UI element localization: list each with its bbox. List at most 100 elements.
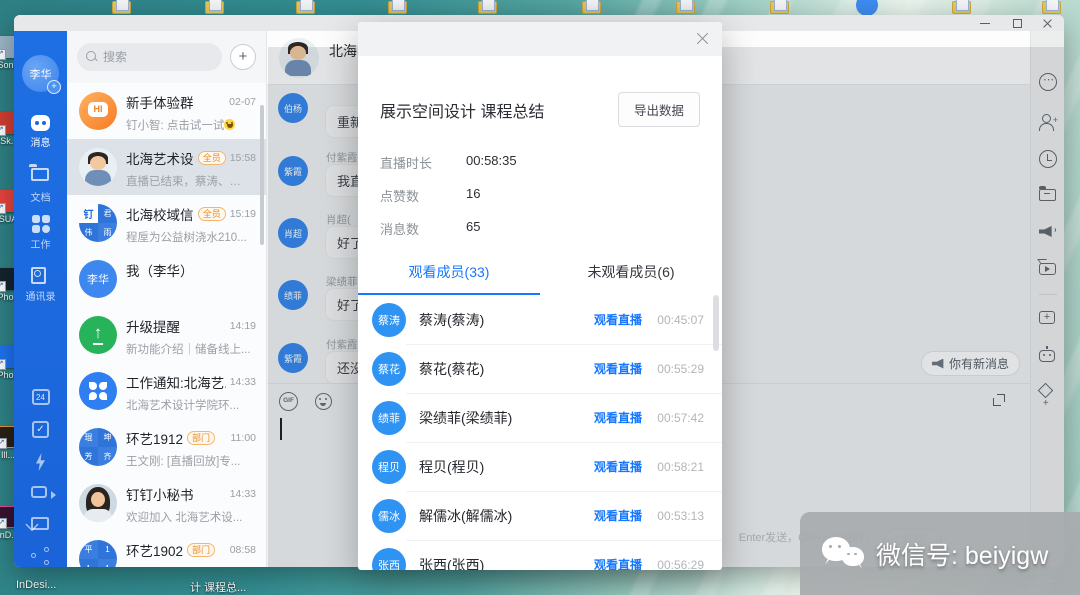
avatar: 琨坤芳齐 <box>79 428 117 466</box>
message: 付紫霞( 紫霞 还没 <box>278 339 308 373</box>
chat-item[interactable]: ↑ 升级提醒14:19 新功能介绍｜储备线上... <box>67 307 266 363</box>
member-tabs: 观看成员(33) 未观看成员(6) <box>358 252 722 295</box>
sidebar-item-quick[interactable] <box>14 453 67 471</box>
emoji-icon[interactable] <box>315 393 332 410</box>
sidebar-item-docs[interactable]: 文档 <box>14 164 67 204</box>
folder-icon[interactable] <box>478 1 497 14</box>
avatar[interactable]: 肖超 <box>278 218 308 248</box>
member-row[interactable]: 张西 张西(张西) 观看直播 00:56:29 <box>358 540 722 570</box>
expand-icon[interactable] <box>993 394 1005 406</box>
avatar[interactable]: 伯杨 <box>278 93 308 123</box>
desktop: Son.. Sk.. SUA Pho.. Pho.. Ill... InD...… <box>0 0 1080 595</box>
watch-replay-link[interactable]: 观看直播 <box>594 507 642 524</box>
search-input[interactable] <box>77 43 222 71</box>
cloud-app-icon[interactable] <box>856 0 878 16</box>
history-clock-icon[interactable] <box>1039 150 1057 168</box>
watermark: 微信号: beiyigw <box>800 512 1080 595</box>
avatar <box>79 484 117 522</box>
sidebar-item-mail[interactable] <box>14 515 67 535</box>
add-button[interactable]: + <box>230 44 256 70</box>
chat-item[interactable]: HI 新手体验群02-07 钉小智: 点击试一试 <box>67 83 266 139</box>
files-folder-icon[interactable] <box>1039 189 1056 201</box>
sidebar-item-messages[interactable]: 消息 <box>14 115 67 149</box>
avatar: 李华 <box>79 260 117 298</box>
sidebar-item-todo[interactable]: ✓ <box>14 421 67 438</box>
member-row[interactable]: 程贝 程贝(程贝) 观看直播 00:58:21 <box>358 442 722 491</box>
search-field[interactable] <box>103 50 213 64</box>
cube-add-icon[interactable]: + <box>1038 383 1054 399</box>
close-icon[interactable] <box>695 31 710 46</box>
folder-icon[interactable] <box>952 1 971 14</box>
chat-item[interactable]: 琨坤芳齐 环艺1912部门11:00 王文刚: [直播回放]专... <box>67 419 266 475</box>
watch-replay-link[interactable]: 观看直播 <box>594 409 642 426</box>
modal-header <box>358 22 722 56</box>
tab-unwatched-members[interactable]: 未观看成员(6) <box>540 252 722 295</box>
text-caret <box>280 418 282 440</box>
smile-emoji-icon <box>224 119 235 130</box>
watch-replay-link[interactable]: 观看直播 <box>594 311 642 328</box>
avatar: 儒冰 <box>372 499 406 533</box>
member-row[interactable]: 蔡涛 蔡涛(蔡涛) 观看直播 00:45:07 <box>358 295 722 344</box>
avatar[interactable]: 李华 <box>22 55 59 92</box>
message: 付紫霞( 紫霞 我直 <box>278 152 308 186</box>
tab-watched-members[interactable]: 观看成员(33) <box>358 252 540 295</box>
maximize-button[interactable] <box>1002 15 1032 31</box>
chat-item[interactable]: 钉君伟雨 北海校域信...全员15:19 程垕为公益树浇水210... <box>67 195 266 251</box>
chat-item[interactable]: 工作通知:北海艺...14:33 北海艺术设计学院环... <box>67 363 266 419</box>
avatar: 平111 <box>79 540 117 567</box>
desktop-shortcut-label[interactable]: 计 课程总... <box>190 579 246 595</box>
chat-item[interactable]: 平111 环艺1902部门08:58 袁艳华 撤回了 条消息 <box>67 531 266 567</box>
announcement-icon[interactable] <box>1039 225 1054 237</box>
nav-rail: 李华 消息 文档 工作 通讯录 24 <box>14 31 67 567</box>
chat-item-selected[interactable]: 北海艺术设...全员15:58 直播已结束，蔡涛、… <box>67 139 266 195</box>
sidebar-item-share[interactable] <box>14 547 67 565</box>
gif-icon[interactable]: GIF <box>279 392 298 411</box>
todo-check-icon: ✓ <box>32 421 49 438</box>
watch-replay-link[interactable]: 观看直播 <box>594 360 642 377</box>
avatar[interactable]: 紫霞 <box>278 343 308 373</box>
add-member-icon[interactable]: + <box>1039 113 1057 131</box>
avatar[interactable] <box>279 38 319 78</box>
avatar[interactable]: 紫霞 <box>278 156 308 186</box>
scrollbar[interactable] <box>713 295 719 351</box>
chat-icon <box>31 115 50 131</box>
sidebar-item-contacts[interactable]: 通讯录 <box>14 267 67 303</box>
robot-assistant-icon[interactable] <box>1039 350 1055 362</box>
watch-replay-link[interactable]: 观看直播 <box>594 556 642 570</box>
mail-icon <box>31 517 49 530</box>
chat-item[interactable]: 钉钉小秘书14:33 欢迎加入 北海艺术设... <box>67 475 266 531</box>
export-data-button[interactable]: 导出数据 <box>618 92 700 127</box>
more-circle-icon[interactable]: ⋯ <box>1039 73 1057 91</box>
member-row[interactable]: 绩菲 梁绩菲(梁绩菲) 观看直播 00:57:42 <box>358 393 722 442</box>
minimize-button[interactable] <box>970 15 1000 31</box>
sidebar-item-calls[interactable] <box>14 483 67 504</box>
watch-replay-link[interactable]: 观看直播 <box>594 458 642 475</box>
desktop-shortcut-label[interactable]: InDesi... <box>16 579 56 591</box>
folder-icon[interactable] <box>1042 1 1061 14</box>
sidebar-item-work[interactable]: 工作 <box>14 215 67 251</box>
folder-icon[interactable] <box>112 1 131 14</box>
oa-notice-icon <box>79 372 117 410</box>
live-video-icon[interactable] <box>1039 263 1056 275</box>
sidebar-item-calendar[interactable]: 24 <box>14 389 67 405</box>
folder-icon[interactable] <box>388 1 407 14</box>
scrollbar[interactable] <box>260 105 264 245</box>
chat-item[interactable]: 李华 我（李华） <box>67 251 266 307</box>
avatar: 张西 <box>372 548 406 571</box>
folder-icon[interactable] <box>296 1 315 14</box>
avatar[interactable]: 绩菲 <box>278 280 308 310</box>
member-row[interactable]: 儒冰 解儒冰(解儒冰) 观看直播 00:53:13 <box>358 491 722 540</box>
add-plugin-icon[interactable]: + <box>1039 311 1055 324</box>
close-button[interactable] <box>1032 15 1062 31</box>
message: 肖超( 肖超 好了 <box>278 214 308 248</box>
modal-title: 展示空间设计 课程总结 <box>380 98 544 122</box>
folder-icon[interactable] <box>770 1 789 14</box>
badge-everyone: 全员 <box>198 151 226 165</box>
new-message-pill[interactable]: 你有新消息 <box>921 351 1020 376</box>
folder-icon[interactable] <box>582 1 601 14</box>
folder-icon[interactable] <box>676 1 695 14</box>
member-row[interactable]: 蔡花 蔡花(蔡花) 观看直播 00:55:29 <box>358 344 722 393</box>
badge-department: 部门 <box>187 543 215 557</box>
live-stats: 直播时长00:58:35 点赞数16 消息数65 <box>358 127 722 238</box>
folder-icon[interactable] <box>205 1 224 14</box>
